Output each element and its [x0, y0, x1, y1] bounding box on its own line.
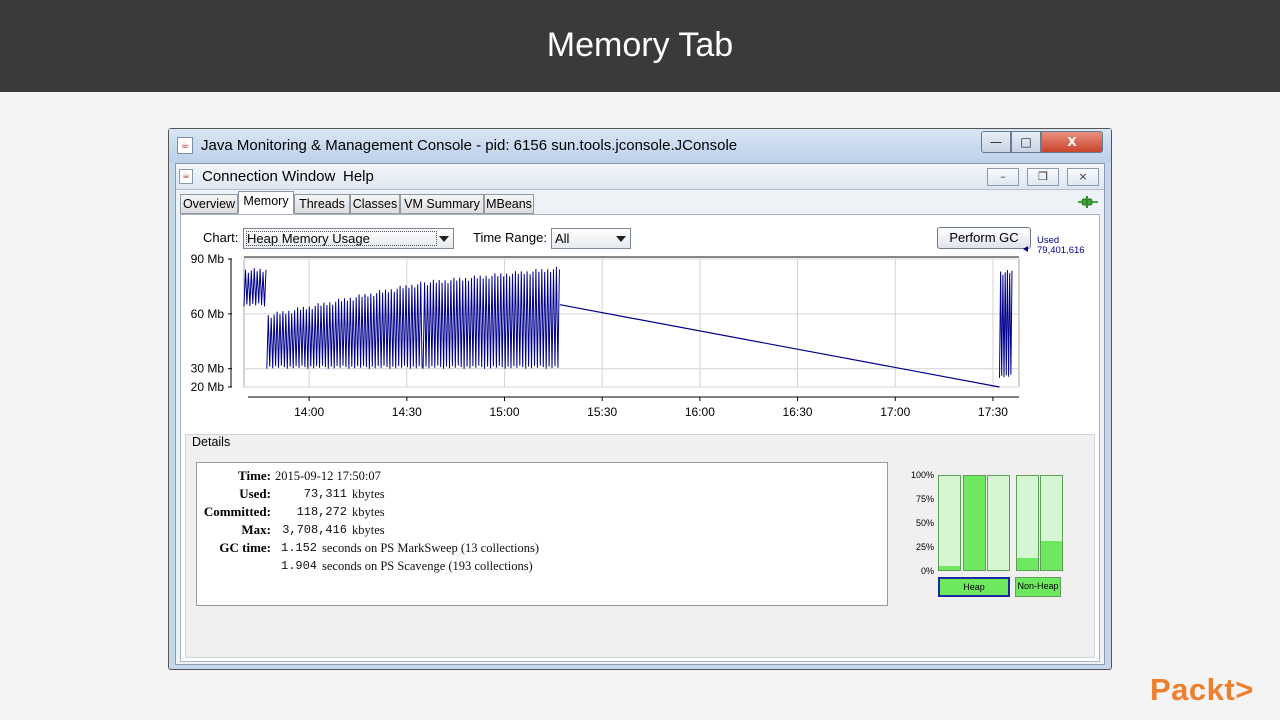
x-tick-label: 14:30: [392, 405, 422, 419]
tab-overview[interactable]: Overview: [180, 194, 238, 214]
heap-pool-bar-1-fill: [939, 566, 960, 570]
menubar: ☕ Connection Window Help – ❒ ×: [176, 164, 1104, 190]
maximize-button[interactable]: □: [1011, 131, 1041, 153]
nonheap-pool-button[interactable]: Non-Heap: [1015, 577, 1061, 597]
details-text-panel: Time: 2015-09-12 17:50:07 Used: 73,311 k…: [196, 462, 888, 606]
memory-pool-bars: 100% 75% 50% 25% 0% Heap Non-Heap: [898, 459, 1078, 609]
close-button[interactable]: X: [1041, 131, 1103, 153]
details-title: Details: [192, 435, 231, 449]
gc-marksweep-unit: seconds on PS MarkSweep (13 collections): [322, 541, 539, 555]
nonheap-pool-bar-1[interactable]: [1016, 475, 1039, 571]
plot-area: [243, 258, 1020, 388]
x-tick-label: 15:00: [489, 405, 519, 419]
tab-memory[interactable]: Memory: [238, 191, 294, 214]
x-tick-label: 17:00: [880, 405, 910, 419]
used-value: 73,311: [303, 487, 347, 501]
y-tick-label: 30 Mb: [191, 362, 225, 376]
frame-restore-button[interactable]: ❒: [1027, 168, 1059, 186]
minimize-button[interactable]: —: [981, 131, 1011, 153]
y-tick-label: 60 Mb: [191, 307, 225, 321]
pct-label-0: 0%: [920, 566, 934, 576]
frame-minimize-button[interactable]: –: [987, 168, 1019, 186]
menu-help[interactable]: Help: [343, 168, 374, 185]
gc-time-key: GC time:: [219, 540, 271, 555]
gc-scavenge-unit: seconds on PS Scavenge (193 collections): [322, 559, 533, 573]
memory-chart: 90 Mb 60 Mb 30 Mb 20 Mb 14:00 14:30 15:00 15:3…: [191, 235, 1085, 419]
heap-pool-bar-2[interactable]: [963, 475, 986, 571]
pct-label-50: 50%: [915, 518, 934, 528]
nonheap-pool-bar-2-fill: [1041, 540, 1062, 570]
internal-frame: ☕ Connection Window Help – ❒ × Overview …: [175, 163, 1105, 665]
committed-key: Committed:: [203, 504, 271, 519]
legend-marker: [1023, 246, 1028, 252]
connection-plug-icon: [1078, 196, 1098, 208]
heap-pool-bar-3[interactable]: [987, 475, 1010, 571]
committed-value: 118,272: [296, 505, 347, 519]
x-tick-label: 16:30: [783, 405, 813, 419]
chart-legend: Used79,401,616: [1023, 235, 1085, 256]
y-tick-label: 20 Mb: [191, 380, 225, 394]
frame-close-button[interactable]: ×: [1067, 168, 1099, 186]
legend-series-value: 79,401,616: [1037, 245, 1085, 256]
java-app-icon: ☕: [177, 137, 193, 154]
pct-label-25: 25%: [915, 542, 934, 552]
window-title: Java Monitoring & Management Console - p…: [201, 137, 738, 154]
heap-pool-bar-1[interactable]: [938, 475, 961, 571]
pct-label-100: 100%: [910, 470, 934, 480]
memory-tab-panel: Chart: Heap Memory Usage Time Range: All…: [180, 214, 1100, 662]
java-frame-icon: ☕: [179, 169, 193, 184]
tab-vm-summary[interactable]: VM Summary: [400, 194, 484, 214]
tab-mbeans[interactable]: MBeans: [484, 194, 534, 214]
x-tick-label: 17:30: [978, 405, 1008, 419]
tab-threads[interactable]: Threads: [294, 194, 350, 214]
max-key: Max:: [241, 522, 271, 537]
slide-title: Memory Tab: [546, 26, 734, 64]
x-tick-label: 16:00: [685, 405, 715, 419]
window-titlebar[interactable]: ☕ Java Monitoring & Management Console -…: [169, 129, 1111, 163]
used-unit: kbytes: [352, 487, 385, 501]
slide-header: Memory Tab: [0, 0, 1280, 92]
y-tick-label: 90 Mb: [191, 252, 225, 266]
used-key: Used:: [239, 486, 271, 501]
nonheap-pool-bar-1-fill: [1017, 557, 1038, 570]
gc-scavenge-value: 1.904: [281, 559, 318, 573]
max-unit: kbytes: [352, 523, 385, 537]
tab-classes[interactable]: Classes: [350, 194, 400, 214]
gc-marksweep-value: 1.152: [281, 541, 318, 555]
x-tick-label: 15:30: [587, 405, 617, 419]
packt-logo: Packt>: [1150, 672, 1254, 707]
committed-unit: kbytes: [352, 505, 385, 519]
jconsole-window: ☕ Java Monitoring & Management Console -…: [168, 128, 1112, 670]
menu-window[interactable]: Window: [282, 168, 335, 185]
menu-connection[interactable]: Connection: [202, 168, 278, 185]
max-value: 3,708,416: [282, 523, 347, 537]
x-axis-ticks: 14:00 14:30 15:00 15:30 16:00 16:30 17:00 17:30: [294, 397, 1008, 419]
y-axis-ticks: 90 Mb 60 Mb 30 Mb 20 Mb: [191, 252, 232, 394]
time-value: 2015-09-12 17:50:07: [275, 469, 381, 483]
time-key: Time:: [238, 468, 271, 483]
nonheap-pool-bar-2[interactable]: [1040, 475, 1063, 571]
details-panel: Details Time: 2015-09-12 17:50:07 Used: …: [185, 434, 1095, 658]
x-tick-label: 14:00: [294, 405, 324, 419]
heap-pool-button[interactable]: Heap: [938, 577, 1010, 597]
pct-label-75: 75%: [915, 494, 934, 504]
heap-pool-bar-2-fill: [964, 476, 985, 570]
